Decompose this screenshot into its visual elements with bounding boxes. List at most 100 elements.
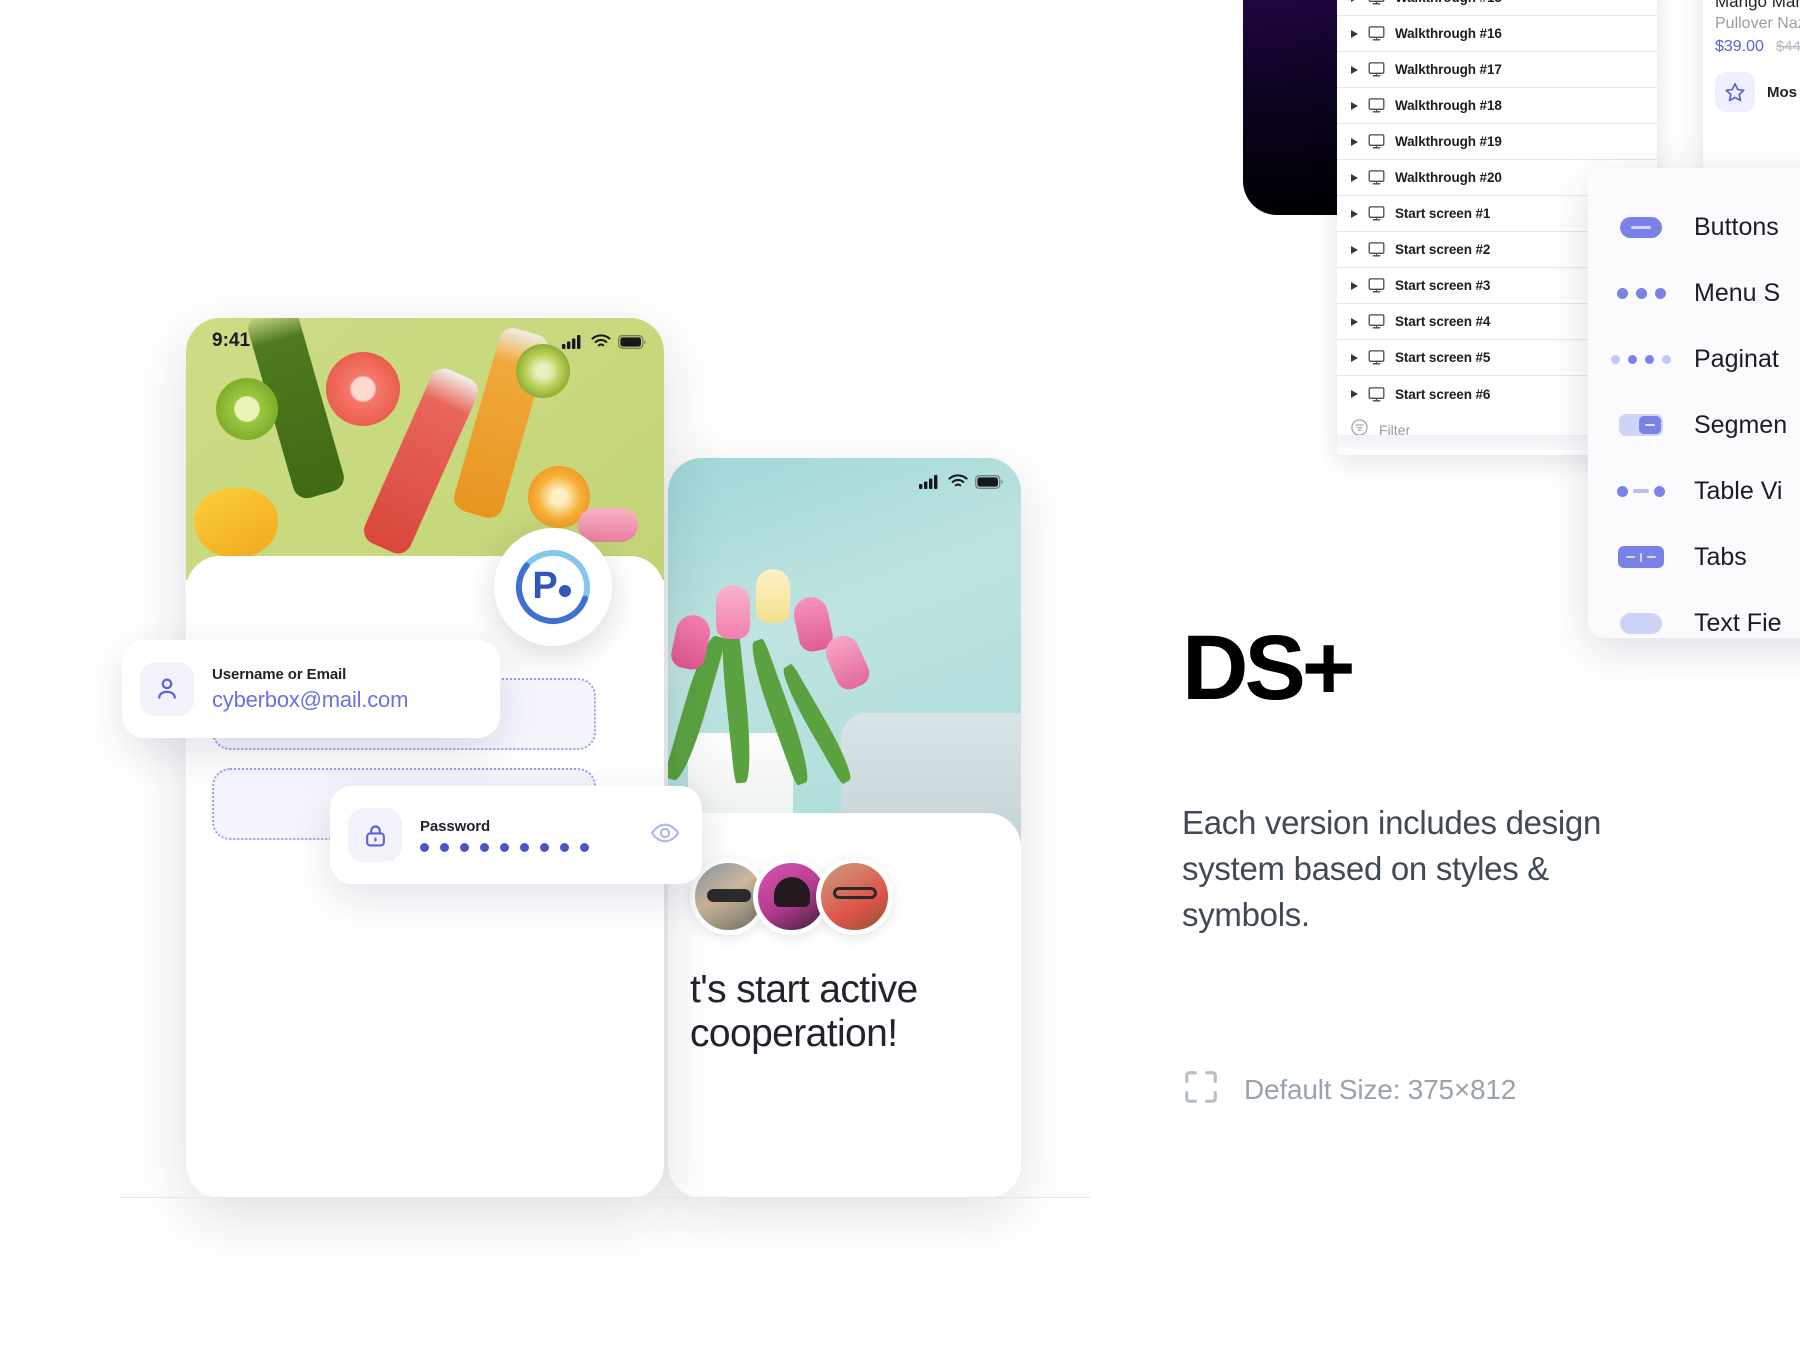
layer-label: Walkthrough #15: [1395, 0, 1502, 5]
artboard-icon: [1368, 26, 1395, 41]
disclosure-triangle-icon[interactable]: [1351, 209, 1358, 218]
button-chip-icon: [1618, 216, 1664, 238]
username-field-label: Username or Email: [212, 665, 347, 683]
phone-mockup-login: 9:41 Sign in or sign in with: [186, 318, 664, 1198]
symbol-item-pagination[interactable]: Paginat: [1588, 326, 1800, 392]
battery-icon: [618, 334, 646, 349]
symbols-popover[interactable]: Buttons Menu S Paginat Segmen Table Vi T…: [1588, 168, 1800, 638]
layer-label: Walkthrough #20: [1395, 170, 1502, 185]
table-view-icon: [1617, 485, 1665, 497]
product-badge-label: Mos: [1767, 83, 1797, 101]
symbol-item-text-field[interactable]: Text Fie: [1588, 590, 1800, 656]
status-bar-time: 9:41: [212, 330, 251, 351]
username-field-texts: Username or Email cyberbox@mail.com: [212, 666, 408, 713]
layer-label: Walkthrough #18: [1395, 98, 1502, 113]
disclosure-triangle-icon[interactable]: [1351, 137, 1358, 146]
disclosure-triangle-icon[interactable]: [1351, 65, 1358, 74]
pagination-dots-icon: [1611, 354, 1671, 364]
password-field-card[interactable]: Password: [330, 786, 702, 884]
text-field-icon: [1618, 612, 1664, 634]
tulips-photo: [668, 458, 1021, 853]
layer-label: Start screen #2: [1395, 242, 1491, 257]
symbol-label: Segmen: [1694, 410, 1788, 439]
layer-label: Start screen #3: [1395, 278, 1491, 293]
artboard-icon: [1368, 134, 1395, 149]
symbol-item-menu[interactable]: Menu S: [1588, 260, 1800, 326]
symbol-label: Table Vi: [1694, 476, 1783, 505]
phone-mockup-cooperation: t's start active cooperation!: [668, 458, 1021, 1198]
disclosure-triangle-icon[interactable]: [1351, 29, 1358, 38]
layer-label: Start screen #6: [1395, 386, 1491, 402]
artboard-icon: [1368, 386, 1395, 402]
disclosure-triangle-icon[interactable]: [1351, 173, 1358, 182]
symbol-label: Text Fie: [1694, 608, 1782, 637]
disclosure-triangle-icon[interactable]: [1351, 353, 1358, 362]
symbol-label: Tabs: [1694, 542, 1747, 571]
symbol-item-segmented[interactable]: Segmen: [1588, 392, 1800, 458]
cellular-signal-icon: [562, 335, 581, 349]
artboard-icon: [1368, 314, 1395, 329]
username-field-value: cyberbox@mail.com: [212, 686, 409, 712]
layer-row[interactable]: Walkthrough #16: [1337, 16, 1657, 52]
wifi-icon: [591, 334, 611, 347]
cellular-signal-icon: [919, 475, 938, 489]
disclosure-triangle-icon[interactable]: [1351, 390, 1358, 398]
default-size-row: Default Size: 375×812: [1182, 1068, 1516, 1111]
menu-dots-icon: [1616, 287, 1666, 299]
segmented-control-icon: [1618, 414, 1664, 436]
product-price: $39.00: [1715, 38, 1764, 55]
artboard-icon: [1368, 98, 1395, 113]
disclosure-triangle-icon[interactable]: [1351, 245, 1358, 254]
disclosure-triangle-icon[interactable]: [1351, 0, 1358, 2]
status-bar-icons-phone1: [562, 334, 646, 349]
layer-row[interactable]: Walkthrough #17: [1337, 52, 1657, 88]
layer-row[interactable]: Walkthrough #19: [1337, 124, 1657, 160]
layer-row[interactable]: Walkthrough #15: [1337, 0, 1657, 16]
layer-label: Start screen #5: [1395, 350, 1491, 365]
artboard-icon: [1368, 242, 1395, 257]
password-field-texts: Password: [420, 818, 632, 852]
symbol-label: Buttons: [1694, 212, 1779, 241]
avatar-group: [690, 858, 893, 935]
wifi-icon: [948, 474, 968, 487]
tulips-shape: [668, 563, 878, 793]
canvas: Walkthrough #15 Walkthrough #16 Walkthroug…: [0, 0, 1800, 1360]
layer-row[interactable]: Walkthrough #18: [1337, 88, 1657, 124]
symbol-item-tabs[interactable]: Tabs: [1588, 524, 1800, 590]
avatar: [816, 858, 893, 935]
baseline-divider: [120, 1197, 1090, 1198]
cooperation-heading: t's start active cooperation!: [690, 968, 1010, 1055]
svg-text:P: P: [532, 565, 557, 607]
product-card[interactable]: Mango Man Pullover Nazi $39.00 $44.0 Mos: [1703, 0, 1800, 180]
battery-icon: [975, 474, 1003, 489]
symbol-label: Menu S: [1694, 278, 1781, 307]
lock-icon: [348, 808, 402, 862]
symbol-label: Paginat: [1694, 344, 1779, 373]
layer-label: Start screen #4: [1395, 314, 1491, 329]
disclosure-triangle-icon[interactable]: [1351, 281, 1358, 290]
layer-label: Walkthrough #16: [1395, 26, 1502, 41]
promo-description: Each version includes design system base…: [1182, 804, 1602, 933]
artboard-icon: [1368, 170, 1395, 185]
eye-icon[interactable]: [650, 818, 680, 853]
artboard-icon: [1368, 278, 1395, 293]
password-field-label: Password: [420, 818, 491, 835]
symbol-item-buttons[interactable]: Buttons: [1588, 194, 1800, 260]
product-brand: Mango Man: [1715, 0, 1800, 11]
artboard-icon: [1368, 0, 1395, 5]
username-field-card[interactable]: Username or Email cyberbox@mail.com: [122, 640, 500, 738]
status-bar-icons-phone2: [919, 474, 1003, 489]
product-badge-row[interactable]: Mos: [1715, 72, 1800, 112]
cooperation-heading-line2: cooperation!: [690, 1011, 898, 1055]
disclosure-triangle-icon[interactable]: [1351, 317, 1358, 326]
layer-label: Walkthrough #19: [1395, 134, 1502, 149]
artboard-icon: [1368, 62, 1395, 77]
artboard-icon: [1368, 350, 1395, 365]
disclosure-triangle-icon[interactable]: [1351, 101, 1358, 110]
default-size-label: Default Size: 375×812: [1244, 1073, 1517, 1105]
tabs-icon: [1618, 546, 1664, 568]
product-price-old: $44.0: [1775, 38, 1800, 55]
symbol-item-table-view[interactable]: Table Vi: [1588, 458, 1800, 524]
frame-icon: [1182, 1068, 1220, 1111]
cooperation-heading-line1: t's start active: [690, 968, 918, 1011]
